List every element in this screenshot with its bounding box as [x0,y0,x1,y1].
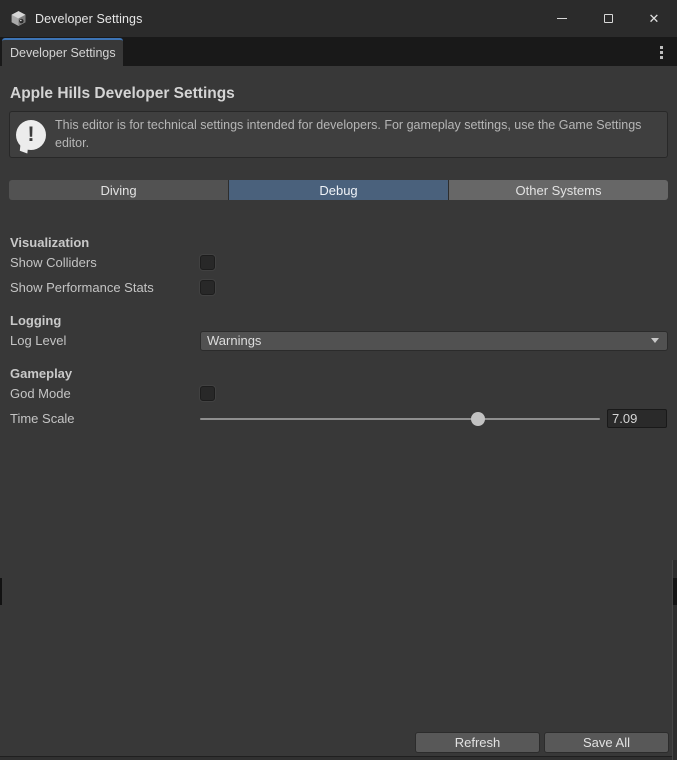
window-bottom-edge [0,756,677,760]
time-scale-label: Time Scale [10,411,200,426]
info-text: This editor is for technical settings in… [55,117,645,152]
log-level-value: Warnings [207,333,261,348]
minimize-icon [557,18,567,19]
save-all-button[interactable]: Save All [544,732,669,753]
show-colliders-row: Show Colliders [9,250,668,275]
kebab-menu-icon[interactable] [658,44,665,61]
tab-other-systems[interactable]: Other Systems [449,180,668,200]
section-gameplay: Gameplay [9,366,668,381]
show-performance-stats-checkbox[interactable] [200,280,215,295]
section-logging: Logging [9,313,668,328]
show-performance-stats-row: Show Performance Stats [9,275,668,300]
time-scale-row: Time Scale 7.09 [9,406,668,431]
close-icon: ✕ [649,12,660,25]
show-performance-stats-label: Show Performance Stats [10,280,200,295]
refresh-button[interactable]: Refresh [415,732,540,753]
close-button[interactable]: ✕ [631,0,677,37]
chevron-down-icon [651,338,659,343]
info-icon: ! [16,120,46,150]
settings-panel: Apple Hills Developer Settings ! This ed… [0,85,677,431]
god-mode-row: God Mode [9,381,668,406]
resize-notch-left [0,578,2,605]
footer-actions: Refresh Save All [415,732,669,753]
window-controls: ✕ [539,0,677,37]
tab-diving[interactable]: Diving [9,180,229,200]
category-toolbar: Diving Debug Other Systems [9,180,668,200]
maximize-button[interactable] [585,0,631,37]
tab-developer-settings[interactable]: Developer Settings [2,38,123,66]
show-colliders-checkbox[interactable] [200,255,215,270]
developer-settings-window: Developer Settings ✕ Developer Settings … [0,0,677,760]
god-mode-checkbox[interactable] [200,386,215,401]
time-scale-slider[interactable] [200,409,600,429]
time-scale-slider-thumb[interactable] [471,412,485,426]
resize-notch-right [673,578,677,605]
titlebar[interactable]: Developer Settings ✕ [0,0,677,37]
time-scale-value-field[interactable]: 7.09 [607,409,667,428]
show-colliders-label: Show Colliders [10,255,200,270]
page-title: Apple Hills Developer Settings [10,85,667,103]
slider-track [200,418,600,420]
god-mode-label: God Mode [10,386,200,401]
window-title: Developer Settings [35,12,142,26]
log-level-row: Log Level Warnings [9,328,668,353]
info-box: ! This editor is for technical settings … [9,111,668,158]
unity-cube-icon [10,10,27,27]
section-visualization: Visualization [9,235,668,250]
minimize-button[interactable] [539,0,585,37]
tab-label: Developer Settings [10,46,116,60]
log-level-dropdown[interactable]: Warnings [200,331,668,351]
tab-debug[interactable]: Debug [229,180,449,200]
maximize-icon [604,14,613,23]
log-level-label: Log Level [10,333,200,348]
tab-bar: Developer Settings [0,37,677,66]
